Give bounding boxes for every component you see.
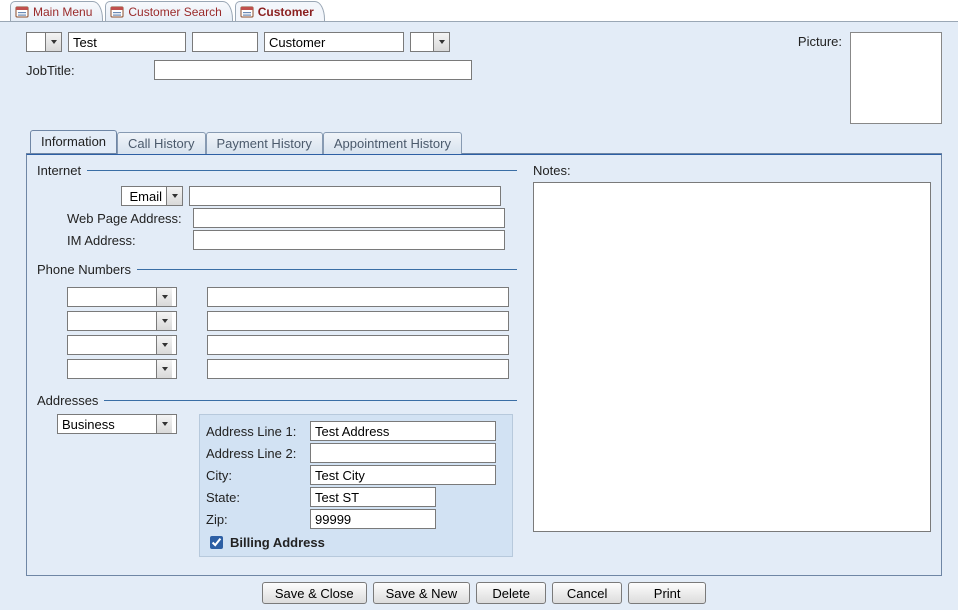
im-input[interactable] <box>193 230 505 250</box>
addr-line1-input[interactable] <box>310 421 496 441</box>
chevron-down-icon[interactable] <box>156 288 172 306</box>
prefix-input[interactable] <box>27 33 45 51</box>
addr-city-label: City: <box>206 468 304 483</box>
tab-information[interactable]: Information <box>30 130 117 153</box>
jobtitle-label: JobTitle: <box>26 63 146 78</box>
addresses-legend: Addresses <box>37 393 104 408</box>
chevron-down-icon[interactable] <box>156 360 172 378</box>
phone-type-combo[interactable] <box>67 311 177 331</box>
prefix-combo[interactable] <box>26 32 62 52</box>
window-tab-customer[interactable]: Customer <box>235 1 325 21</box>
information-panel: Internet Web Page Address: <box>26 154 942 576</box>
first-name-input[interactable] <box>68 32 186 52</box>
phone-type-input[interactable] <box>68 336 156 354</box>
phone-number-input[interactable] <box>207 335 509 355</box>
phone-type-combo[interactable] <box>67 287 177 307</box>
window-tab-main-menu[interactable]: Main Menu <box>10 1 103 21</box>
addr-zip-input[interactable] <box>310 509 436 529</box>
window-tab-label: Customer <box>258 5 314 19</box>
phone-type-input[interactable] <box>68 360 156 378</box>
jobtitle-input[interactable] <box>154 60 472 80</box>
save-close-button[interactable]: Save & Close <box>262 582 367 604</box>
chevron-down-icon[interactable] <box>156 336 172 354</box>
addresses-group: Addresses Address Line 1: Address Line 2… <box>37 393 517 557</box>
chevron-down-icon[interactable] <box>433 33 449 51</box>
picture-box[interactable] <box>850 32 942 124</box>
web-input[interactable] <box>193 208 505 228</box>
address-type-input[interactable] <box>58 415 156 433</box>
phone-type-combo[interactable] <box>67 359 177 379</box>
delete-button[interactable]: Delete <box>476 582 546 604</box>
billing-address-label: Billing Address <box>230 535 325 550</box>
notes-label: Notes: <box>533 163 931 178</box>
inner-tab-label: Information <box>41 134 106 149</box>
chevron-down-icon[interactable] <box>156 415 172 433</box>
form-icon <box>15 5 29 19</box>
chevron-down-icon[interactable] <box>156 312 172 330</box>
window-tab-customer-search[interactable]: Customer Search <box>105 1 232 21</box>
phone-row <box>67 311 517 331</box>
web-label: Web Page Address: <box>37 211 187 226</box>
phone-type-combo[interactable] <box>67 335 177 355</box>
chevron-down-icon[interactable] <box>166 187 182 205</box>
last-name-input[interactable] <box>264 32 404 52</box>
address-type-combo[interactable] <box>57 414 177 434</box>
cancel-button[interactable]: Cancel <box>552 582 622 604</box>
phone-group: Phone Numbers <box>37 262 517 383</box>
inner-tab-label: Appointment History <box>334 136 451 151</box>
phone-row <box>67 359 517 379</box>
picture-label: Picture: <box>798 32 842 49</box>
addr-line2-input[interactable] <box>310 443 496 463</box>
addr-city-input[interactable] <box>310 465 496 485</box>
phone-type-input[interactable] <box>68 312 156 330</box>
addr-state-input[interactable] <box>310 487 436 507</box>
save-new-button[interactable]: Save & New <box>373 582 471 604</box>
phone-legend: Phone Numbers <box>37 262 137 277</box>
addr-line2-label: Address Line 2: <box>206 446 304 461</box>
email-type-combo[interactable] <box>121 186 183 206</box>
suffix-combo[interactable] <box>410 32 450 52</box>
form-icon <box>110 5 124 19</box>
email-type-input[interactable] <box>122 187 166 205</box>
email-input[interactable] <box>189 186 501 206</box>
inner-tab-bar: Information Call History Payment History… <box>26 130 942 154</box>
chevron-down-icon[interactable] <box>45 33 61 51</box>
inner-tab-label: Payment History <box>217 136 312 151</box>
button-bar: Save & Close Save & New Delete Cancel Pr… <box>26 582 942 604</box>
addr-zip-label: Zip: <box>206 512 304 527</box>
internet-legend: Internet <box>37 163 87 178</box>
tab-appointment-history[interactable]: Appointment History <box>323 132 462 154</box>
inner-tab-label: Call History <box>128 136 194 151</box>
address-detail-panel: Address Line 1: Address Line 2: City: St… <box>199 414 513 557</box>
phone-row <box>67 287 517 307</box>
addr-state-label: State: <box>206 490 304 505</box>
billing-address-checkbox[interactable] <box>210 536 223 549</box>
notes-textarea[interactable] <box>533 182 931 532</box>
tab-payment-history[interactable]: Payment History <box>206 132 323 154</box>
form-icon <box>240 5 254 19</box>
print-button[interactable]: Print <box>628 582 706 604</box>
window-tab-label: Customer Search <box>128 5 221 19</box>
phone-number-input[interactable] <box>207 311 509 331</box>
phone-number-input[interactable] <box>207 359 509 379</box>
internet-group: Internet Web Page Address: <box>37 163 517 252</box>
phone-number-input[interactable] <box>207 287 509 307</box>
middle-name-input[interactable] <box>192 32 258 52</box>
window-tab-label: Main Menu <box>33 5 92 19</box>
addr-line1-label: Address Line 1: <box>206 424 304 439</box>
phone-type-input[interactable] <box>68 288 156 306</box>
im-label: IM Address: <box>37 233 187 248</box>
tab-call-history[interactable]: Call History <box>117 132 205 154</box>
window-tab-bar: Main Menu Customer Search Customer <box>0 0 958 22</box>
phone-row <box>67 335 517 355</box>
suffix-input[interactable] <box>411 33 433 51</box>
